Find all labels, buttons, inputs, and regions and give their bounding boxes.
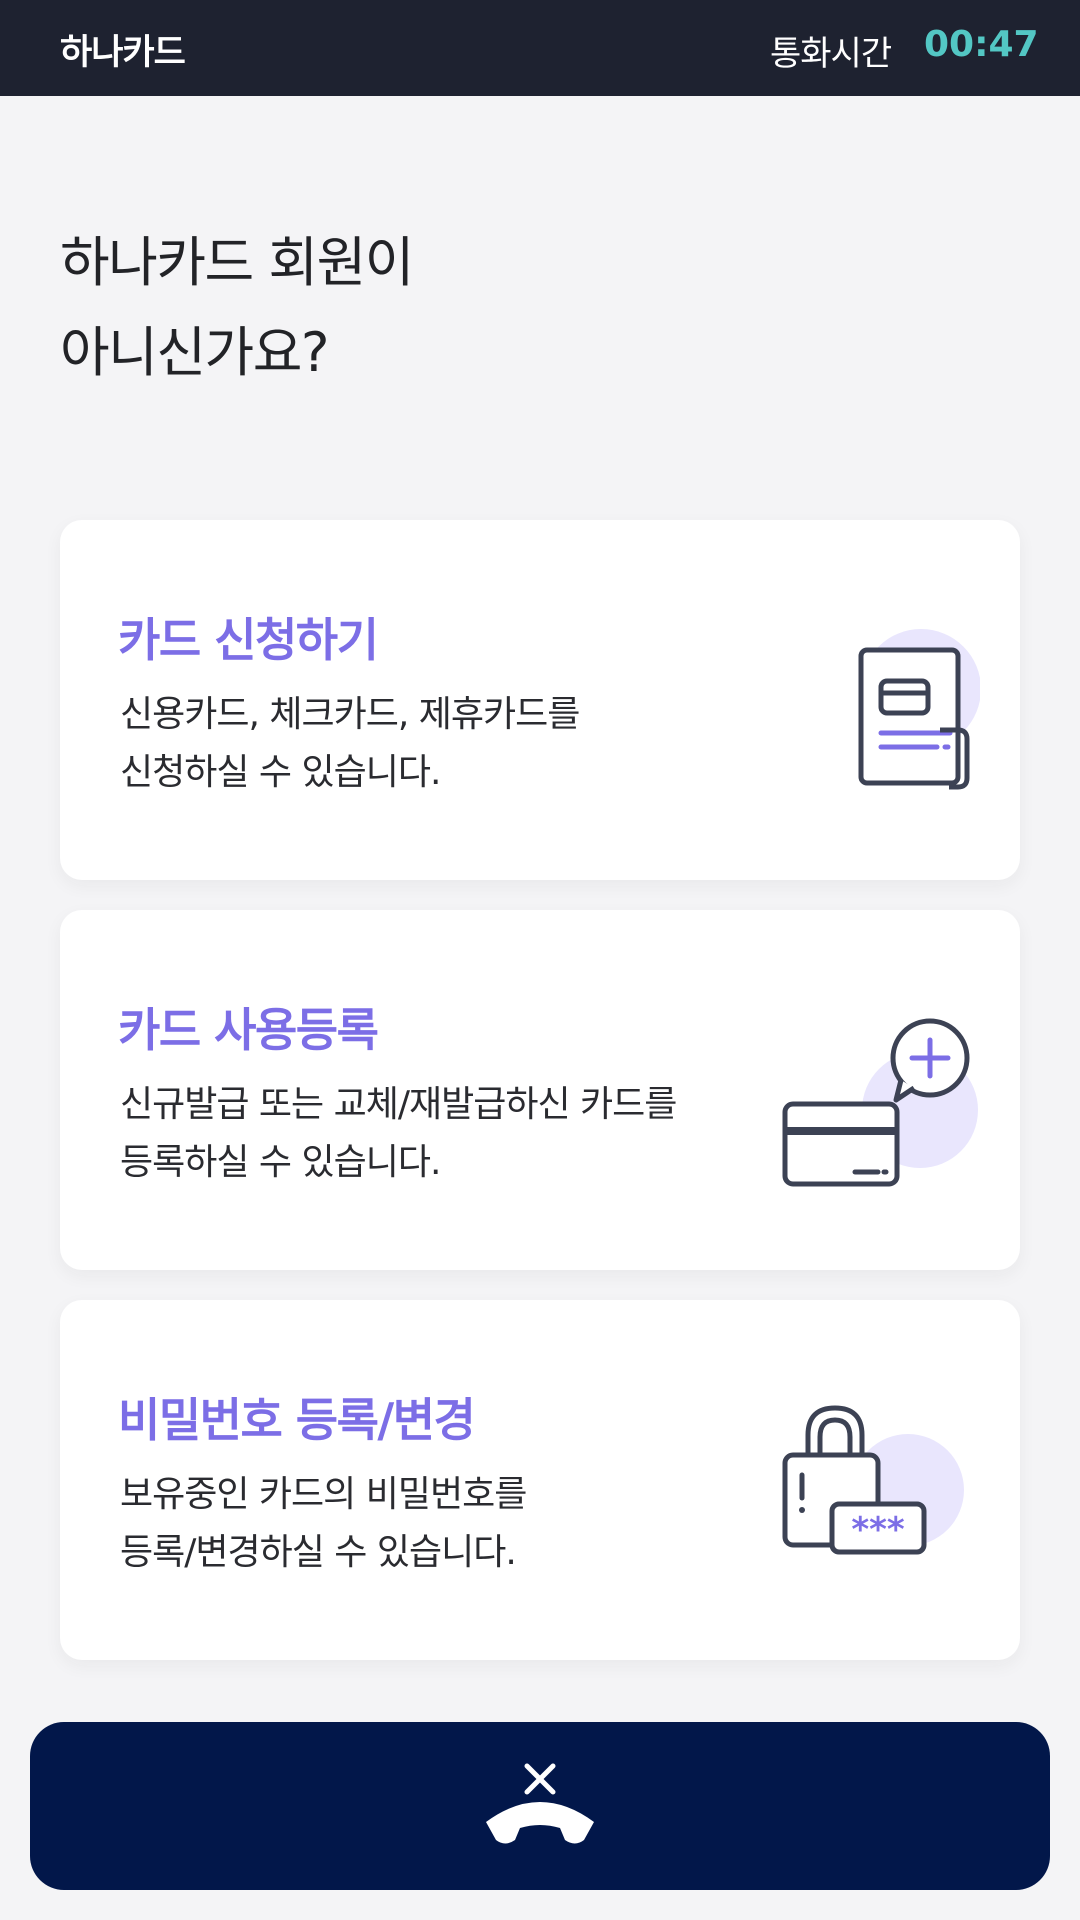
- lock-password-icon: ***: [782, 1405, 964, 1555]
- status-header: 하나카드 통화시간 00:47: [0, 0, 1080, 96]
- card-description: 신규발급 또는 교체/재발급하신 카드를 등록하실 수 있습니다.: [120, 1076, 677, 1192]
- brand-logo: 하나카드: [60, 33, 186, 73]
- register-card-button[interactable]: 카드 사용등록 신규발급 또는 교체/재발급하신 카드를 등록하실 수 있습니다…: [60, 910, 1020, 1270]
- page-title-line2: 아니신가요?: [60, 321, 330, 384]
- card-title: 카드 신청하기: [118, 613, 379, 667]
- card-description: 보유중인 카드의 비밀번호를 등록/변경하실 수 있습니다.: [120, 1466, 527, 1582]
- password-mask-glyph: ***: [851, 1510, 905, 1550]
- card-description-line1: 신규발급 또는 교체/재발급하신 카드를: [120, 1084, 677, 1125]
- card-description-line2: 등록하실 수 있습니다.: [120, 1142, 441, 1183]
- apply-card-button[interactable]: 카드 신청하기 신용카드, 체크카드, 제휴카드를 신청하실 수 있습니다.: [60, 520, 1020, 880]
- page-title: 하나카드 회원이 아니신가요?: [60, 218, 414, 398]
- card-title: 비밀번호 등록/변경: [118, 1393, 476, 1447]
- hang-up-icon: [486, 1763, 594, 1844]
- card-description-line1: 신용카드, 체크카드, 제휴카드를: [120, 694, 580, 735]
- card-description-line1: 보유중인 카드의 비밀번호를: [120, 1474, 527, 1515]
- page-title-line1: 하나카드 회원이: [60, 231, 414, 294]
- hang-up-button[interactable]: [30, 1722, 1050, 1890]
- card-title: 카드 사용등록: [118, 1003, 379, 1057]
- card-description: 신용카드, 체크카드, 제휴카드를 신청하실 수 있습니다.: [120, 686, 580, 802]
- password-register-button[interactable]: 비밀번호 등록/변경 보유중인 카드의 비밀번호를 등록/변경하실 수 있습니다…: [60, 1300, 1020, 1660]
- call-time-label: 통화시간: [770, 34, 892, 74]
- card-description-line2: 등록/변경하실 수 있습니다.: [120, 1532, 517, 1573]
- card-add-icon: [782, 1018, 978, 1187]
- card-description-line2: 신청하실 수 있습니다.: [120, 752, 441, 793]
- call-time-value: 00:47: [924, 24, 1039, 65]
- document-card-icon: [858, 629, 980, 790]
